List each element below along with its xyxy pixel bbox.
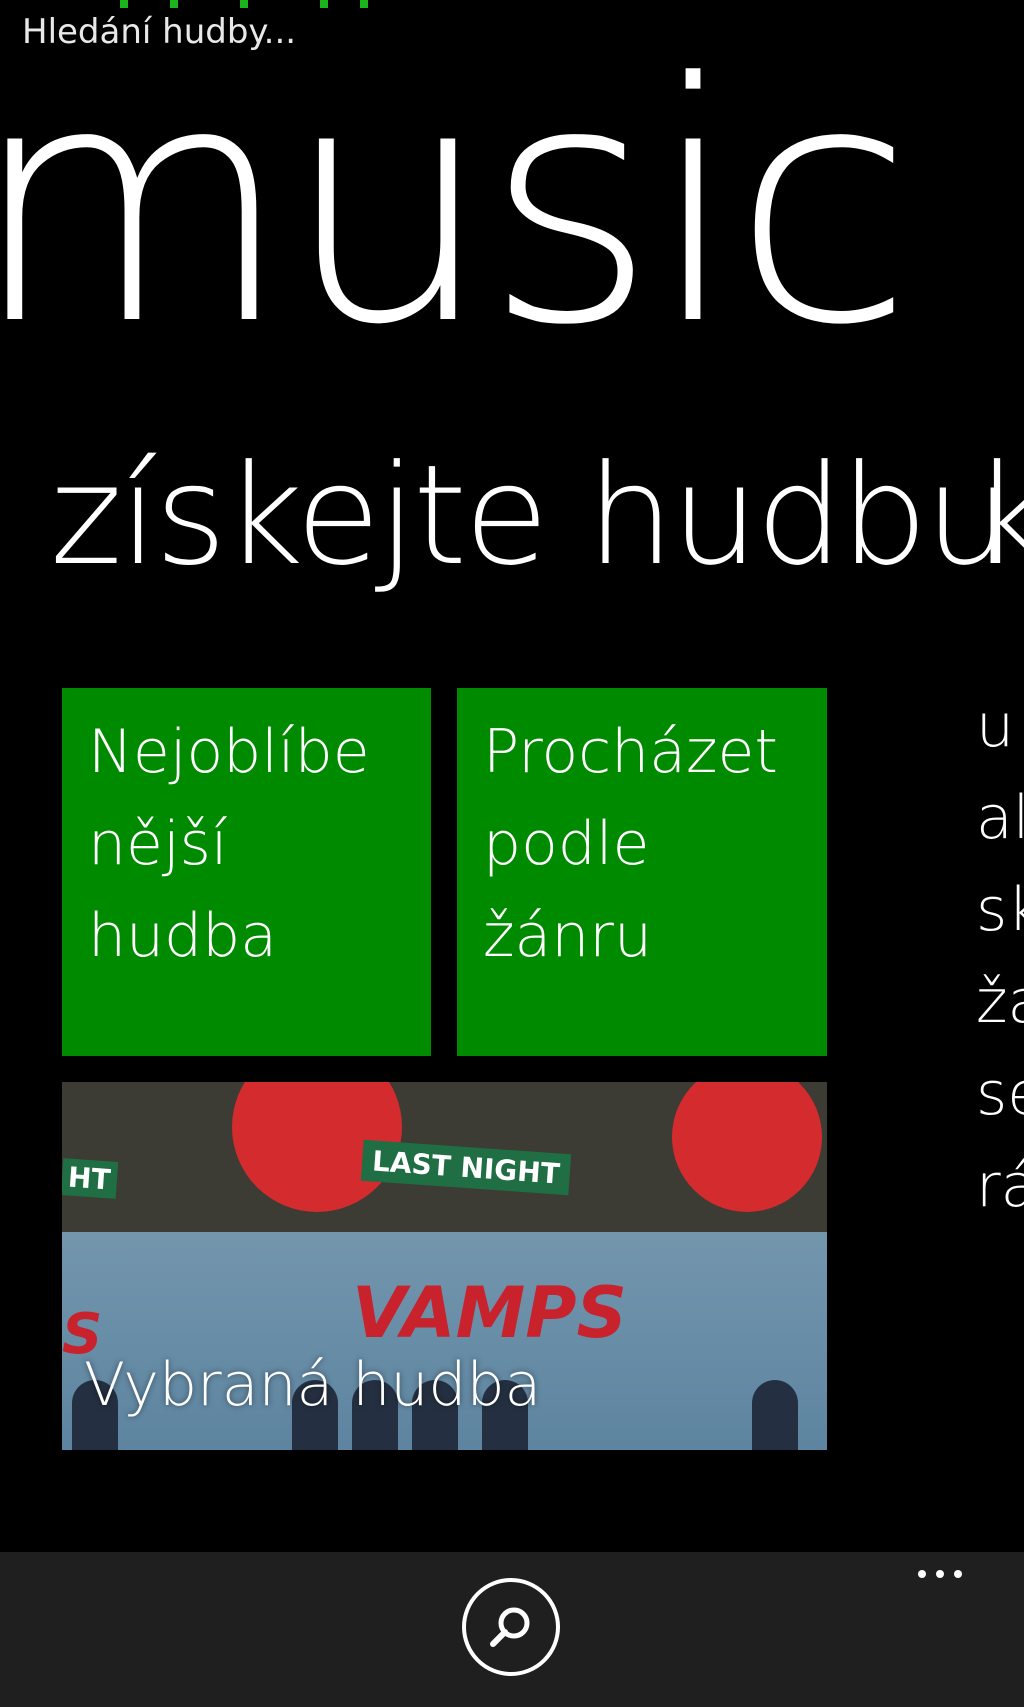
album-art-strip: LAST NIGHT HT [62, 1082, 827, 1232]
tile-top-music[interactable]: Nejoblíbe nější hudba [62, 688, 431, 1056]
app-title: music [0, 13, 914, 397]
featured-label: Vybraná hudba [84, 1350, 542, 1420]
tile-browse-genre[interactable]: Procházet podle žánru [457, 688, 827, 1056]
search-icon [490, 1607, 530, 1647]
next-section-heading[interactable]: k [972, 440, 1024, 592]
tile-label: Procházet podle žánru [483, 717, 778, 971]
tile-featured-music[interactable]: LAST NIGHT HT VAMPS S Vybraná hudba [62, 1082, 827, 1450]
more-icon[interactable] [910, 1560, 980, 1590]
app-bar [0, 1552, 1024, 1707]
tile-label: Nejoblíbe nější hudba [88, 717, 370, 971]
next-section-content: u al sk ža se rá [976, 691, 1024, 1221]
search-button[interactable] [462, 1578, 560, 1676]
loading-progress-dots [120, 0, 420, 8]
section-heading: získejte hudbu [50, 435, 1012, 596]
